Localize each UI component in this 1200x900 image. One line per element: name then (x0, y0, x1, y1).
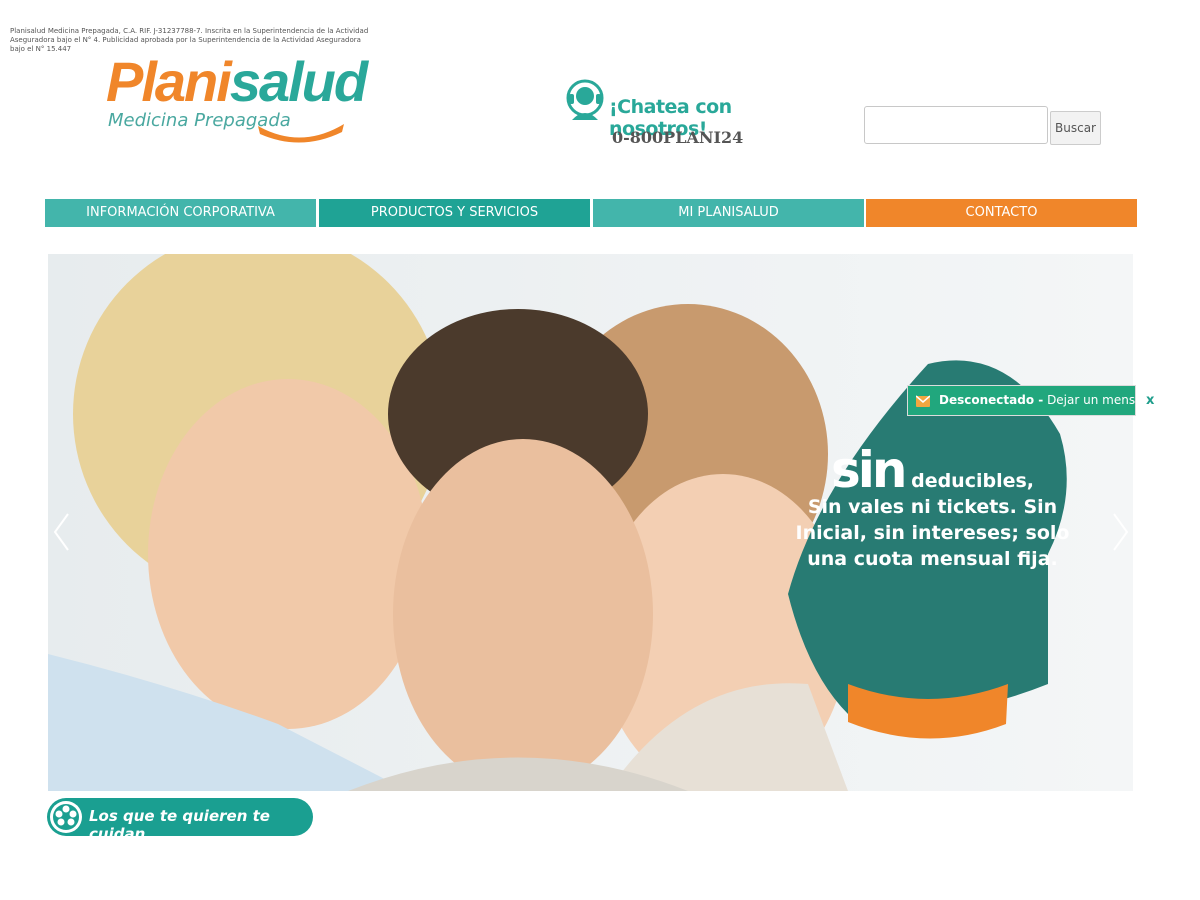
search-button[interactable]: Buscar (1050, 111, 1101, 145)
nav-item-contacto[interactable]: CONTACTO (866, 199, 1137, 227)
slider-next-arrow-icon[interactable] (1110, 512, 1130, 552)
chat-widget-action: Dejar un mensaje (1047, 393, 1154, 407)
headset-agent-icon (566, 79, 604, 120)
chat-promo[interactable]: ¡Chatea con nosotros! 0-800PLANI24 (566, 78, 826, 148)
nav-item-productos-servicios[interactable]: PRODUCTOS Y SERVICIOS (319, 199, 590, 227)
chat-widget-status: Desconectado - Dejar un mensaje (939, 393, 1154, 407)
chat-widget-bar[interactable]: Desconectado - Dejar un mensaje (907, 385, 1153, 416)
hero-headline-rest: deducibles, (911, 470, 1035, 492)
logo-wordmark: Planisalud (106, 50, 368, 113)
nav-item-informacion-corporativa[interactable]: INFORMACIÓN CORPORATIVA (45, 199, 316, 227)
envelope-icon (916, 395, 930, 407)
main-nav: INFORMACIÓN CORPORATIVA PRODUCTOS Y SERV… (45, 199, 1137, 227)
hero-body-text: Sin vales ni tickets. Sin Inicial, sin i… (795, 496, 1070, 570)
nav-item-mi-planisalud[interactable]: MI PLANISALUD (593, 199, 864, 227)
slogan-text: Los que te quieren te cuidan (89, 807, 270, 843)
slogan-banner: Los que te quieren te cuidan (47, 798, 313, 843)
film-reel-icon (50, 801, 82, 833)
slider-prev-arrow-icon[interactable] (52, 512, 72, 552)
hero-headline: sin deducibles, Sin vales ni tickets. Si… (790, 445, 1075, 572)
search-input[interactable] (864, 106, 1048, 144)
logo-subtitle: Medicina Prepagada (108, 110, 291, 131)
planisalud-logo[interactable]: Planisalud Medicina Prepagada (106, 52, 386, 147)
hero-headline-sin: sin (830, 441, 907, 499)
chat-widget-close-button[interactable]: x (1146, 393, 1154, 408)
chat-phone-number: 0-800PLANI24 (612, 128, 744, 147)
